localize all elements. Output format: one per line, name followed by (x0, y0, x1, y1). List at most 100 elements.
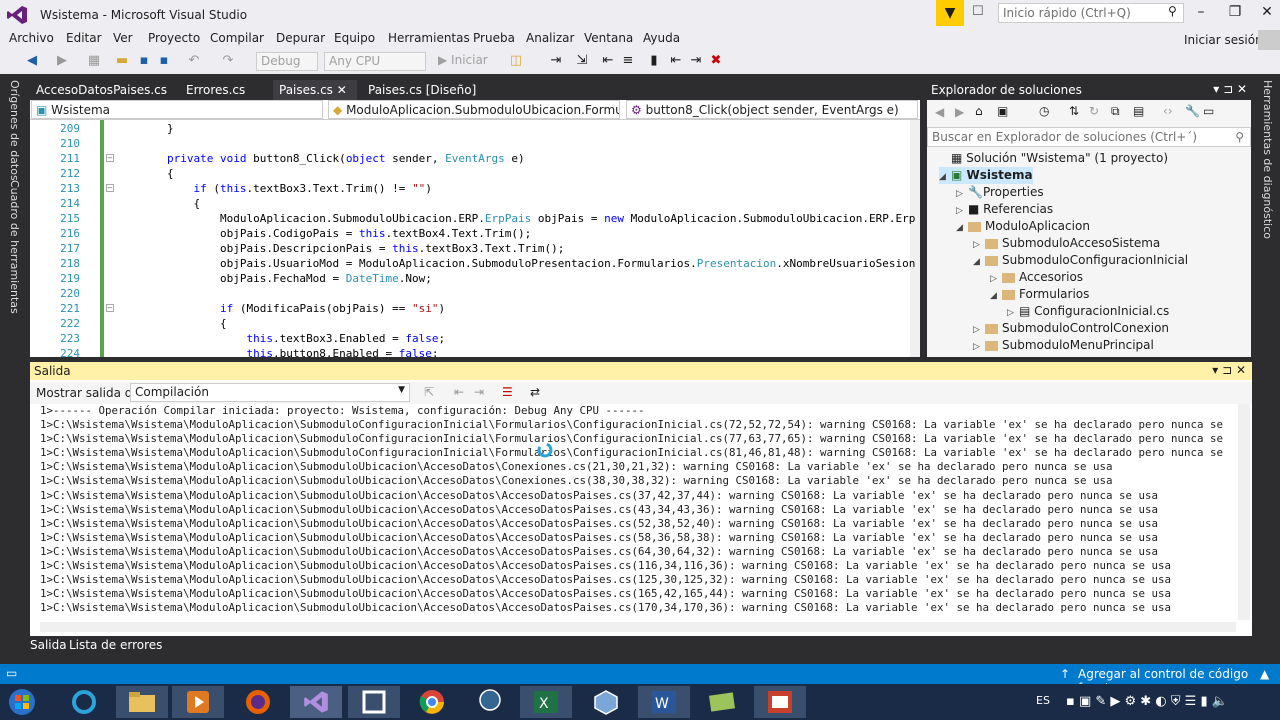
code-line[interactable]: objPais.FechaMod = DateTime.Now; (114, 271, 432, 286)
output-horizontal-scrollbar[interactable] (40, 622, 1236, 632)
tree-item[interactable]: ▷ Accesorios (990, 269, 1083, 286)
project-select[interactable]: ▣ Wsistema (31, 100, 323, 119)
code-line[interactable]: objPais.DescripcionPais = this.textBox3.… (114, 241, 564, 256)
step-into-icon[interactable]: ⇲ (574, 52, 590, 68)
avatar[interactable] (1258, 30, 1280, 50)
show-all-files-icon[interactable]: ▤ (1133, 104, 1144, 118)
internet-explorer-icon[interactable] (58, 686, 110, 718)
collapse-all-icon[interactable]: ⧉ (1111, 104, 1120, 119)
tab-accesodatospaises[interactable]: AccesoDatosPaises.cs (30, 80, 176, 100)
solution-config-select[interactable]: Debug (256, 52, 318, 71)
start-icon[interactable] (0, 686, 44, 718)
data-sources-tab[interactable]: Orígenes de datos (8, 80, 21, 181)
feedback-icon[interactable]: ☐ (972, 4, 984, 19)
tab-paises-design[interactable]: Paises.cs [Diseño] (362, 80, 476, 100)
prev-message-icon[interactable]: ⇤ (454, 385, 464, 399)
visual-studio-taskbar-icon[interactable] (290, 686, 342, 718)
preview-icon[interactable]: ▭ (1203, 104, 1214, 118)
save-icon[interactable]: ▪ (136, 52, 152, 68)
switch-views-icon[interactable]: ▣ (997, 104, 1008, 118)
media-player-icon[interactable] (172, 686, 224, 718)
language-indicator[interactable]: ES (1036, 694, 1050, 707)
output-source-select[interactable]: Compilación ▼ (130, 383, 410, 402)
tab-errores[interactable]: Errores.cs (180, 80, 270, 100)
virtualbox-icon[interactable] (580, 686, 632, 718)
minimize-button[interactable]: – (1188, 4, 1214, 24)
menu-analizar[interactable]: Analizar (526, 31, 574, 45)
menu-proyecto[interactable]: Proyecto (148, 31, 200, 45)
chevron-up-icon[interactable]: ▲ (1260, 667, 1269, 681)
start-button[interactable]: ▶ Iniciar (434, 52, 496, 71)
expand-arrow-icon[interactable]: ▷ (973, 339, 985, 356)
tree-item[interactable]: ▷ SubmoduloControlConexion (973, 320, 1169, 337)
tree-item[interactable]: ▦ Solución "Wsistema" (1 proyecto) (939, 150, 1168, 167)
step-icon[interactable]: ⇥ (548, 52, 564, 68)
comment-icon[interactable]: ≡ (620, 52, 636, 68)
home-icon[interactable]: ⌂ (975, 104, 983, 118)
back-icon[interactable]: ◀ (24, 52, 40, 68)
word-icon[interactable]: W (638, 686, 690, 718)
code-line[interactable]: { (114, 166, 174, 181)
tree-item[interactable]: ◢ Formularios (990, 286, 1089, 303)
type-select[interactable]: ◆ ModuloAplicacion.SubmoduloUbicacion.Fo… (328, 100, 620, 119)
forward-icon[interactable]: ▶ (955, 105, 964, 119)
tree-item[interactable]: ◢ SubmoduloConfiguracionInicial (973, 252, 1188, 269)
code-line[interactable]: { (114, 196, 200, 211)
code-line[interactable]: if (this.textBox3.Text.Trim() != "") (114, 181, 431, 196)
expand-arrow-icon[interactable]: ◢ (973, 254, 985, 271)
code-view-icon[interactable]: ‹› (1163, 104, 1173, 118)
bookmark-prev-icon[interactable]: ⇤ (668, 52, 684, 68)
tab-lista-errores[interactable]: Lista de errores (69, 638, 162, 652)
fold-toggle-icon[interactable]: − (106, 184, 114, 192)
expand-arrow-icon[interactable]: ◢ (939, 169, 951, 186)
code-line[interactable]: ModuloAplicacion.SubmoduloUbicacion.ERP.… (114, 211, 915, 226)
menu-editar[interactable]: Editar (66, 31, 102, 45)
firefox-icon[interactable] (232, 686, 284, 718)
output-vertical-scrollbar[interactable] (1238, 404, 1250, 620)
tab-salida[interactable]: Salida (30, 638, 67, 652)
code-line[interactable]: private void button8_Click(object sender… (114, 151, 525, 166)
menu-compilar[interactable]: Compilar (210, 31, 264, 45)
menu-equipo[interactable]: Equipo (334, 31, 375, 45)
tree-item[interactable]: ◢ ModuloAplicacion (956, 218, 1090, 235)
system-tray-icons[interactable]: ▪ ▣ ✎ ▶ ⚙ ✱ ◐ ⛨ ☰ ▮ 🔈 (1066, 694, 1228, 709)
bookmark-next-icon[interactable]: ⇥ (688, 52, 704, 68)
new-project-icon[interactable]: ▦ (86, 52, 102, 68)
code-line[interactable]: } (114, 121, 174, 136)
diagnostic-tools-tab[interactable]: Herramientas de diagnóstico (1261, 80, 1274, 239)
go-to-message-icon[interactable]: ⇱ (424, 385, 434, 399)
tree-item[interactable]: ◢ ▣ Wsistema (939, 167, 1033, 184)
member-select[interactable]: ⚙ button8_Click(object sender, EventArgs… (626, 100, 918, 119)
next-message-icon[interactable]: ⇥ (474, 385, 484, 399)
search-icon[interactable]: ⚲ (1168, 4, 1177, 18)
save-all-icon[interactable]: ▪ (156, 52, 172, 68)
open-file-icon[interactable]: ▬ (114, 52, 130, 68)
tree-item[interactable]: ▷ 🔧Properties (956, 184, 1044, 201)
code-editor[interactable]: 209 } 210 211 − private void button8_Click(… (30, 120, 920, 357)
code-line[interactable]: objPais.UsuarioMod = ModuloAplicacion.Su… (114, 256, 915, 271)
code-line[interactable]: objPais.CodigoPais = this.textBox4.Text.… (114, 226, 531, 241)
tree-item[interactable]: ▷ ▤ ConfiguracionInicial.cs (1007, 303, 1169, 320)
forward-icon[interactable]: ▶ (54, 52, 70, 68)
bookmark-icon[interactable]: ▮ (646, 52, 662, 68)
menu-ver[interactable]: Ver (113, 31, 133, 45)
money-app-icon[interactable] (696, 686, 748, 718)
properties-icon[interactable]: 🔧 (1185, 104, 1200, 118)
clear-all-icon[interactable]: ☰ (502, 385, 513, 399)
fold-toggle-icon[interactable]: − (106, 154, 114, 162)
app-window-icon[interactable] (348, 686, 400, 718)
toolbox-tab[interactable]: Cuadro de herramientas (8, 180, 21, 314)
sign-in-link[interactable]: Iniciar sesión (1184, 33, 1263, 47)
browser-link-icon[interactable]: ◫ (508, 52, 524, 68)
chrome-icon[interactable] (406, 686, 458, 718)
close-button[interactable]: ✕ (1254, 4, 1280, 24)
indent-icon[interactable]: ⇤ (600, 52, 616, 68)
tree-item[interactable]: ▷ ■ Referencias (956, 201, 1053, 218)
menu-herramientas[interactable]: Herramientas (388, 31, 470, 45)
platform-select[interactable]: Any CPU (324, 52, 426, 71)
tab-paises[interactable]: Paises.cs ✕ (273, 80, 357, 100)
notifications-filter-icon[interactable]: ▼ (936, 0, 964, 26)
code-line[interactable]: this.button8.Enabled = false; (114, 346, 438, 357)
word-wrap-icon[interactable]: ⇄ (530, 385, 540, 399)
undo-icon[interactable]: ↶ (186, 52, 202, 68)
